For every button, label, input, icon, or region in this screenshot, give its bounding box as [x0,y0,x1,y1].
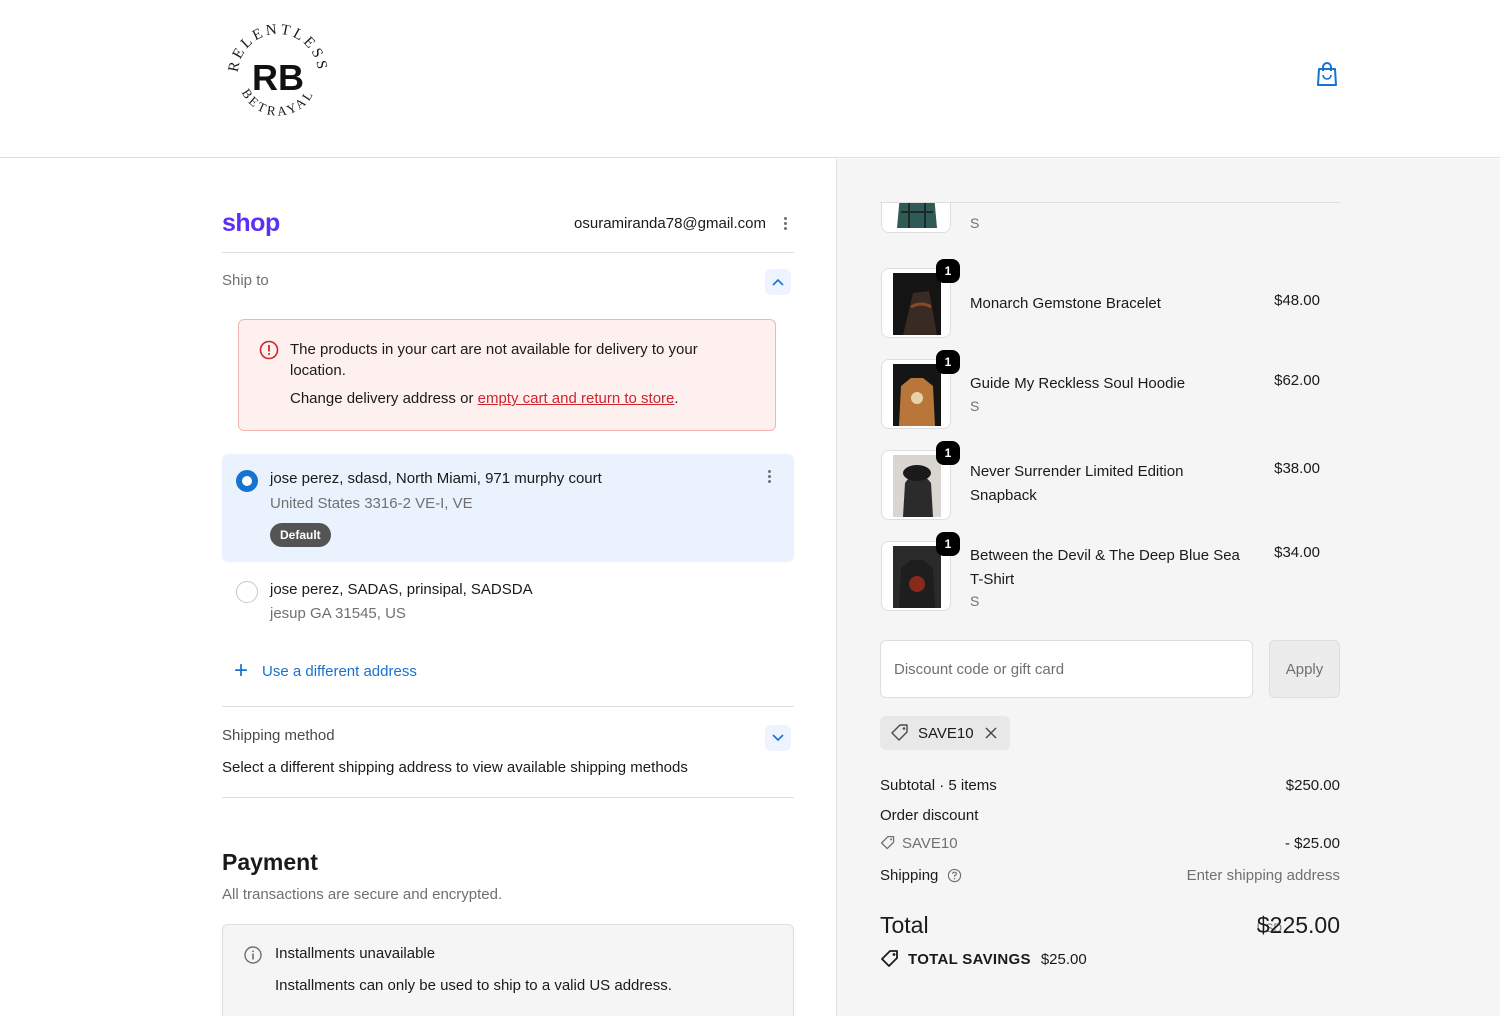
chevron-down-icon [772,734,784,742]
address-radio-selected[interactable] [236,470,258,492]
error-icon [259,340,279,360]
product-image [893,455,941,517]
payment-subtitle: All transactions are secure and encrypte… [222,886,503,903]
apply-discount-button[interactable]: Apply [1269,640,1340,698]
info-icon [244,946,262,964]
cart-item: 1 Monarch Gemstone Bracelet $48.00 [880,259,1320,350]
installments-message: Installments can only be used to ship to… [275,977,672,994]
product-thumbnail [881,203,951,233]
installments-notice: Installments unavailable Installments ca… [222,924,794,1016]
applied-discount-chip: SAVE10 [880,716,1010,750]
cart-item: S [880,203,1320,245]
discount-code-row: SAVE10 - $25.00 [880,835,1340,852]
quantity-badge: 1 [936,259,960,283]
chevron-up-icon [772,278,784,286]
savings-label: TOTAL SAVINGS [908,950,1031,968]
savings-value: $25.00 [1040,950,1087,968]
installments-title: Installments unavailable [275,945,436,962]
item-name: Between the Devil & The Deep Blue Sea T-… [970,547,1240,588]
savings-tag-icon [881,950,898,967]
help-icon[interactable] [947,868,962,883]
shipping-method-message: Select a different shipping address to v… [222,759,688,776]
item-variant: S [970,215,980,231]
subtotal-label: Subtotal · 5 items [880,777,997,794]
product-image [897,203,937,228]
discount-code-label: SAVE10 [902,835,958,852]
order-discount-label: Order discount [880,807,979,824]
address-line2: United States 3316-2 VE-I, VE [270,495,473,512]
applied-code-label: SAVE10 [918,724,974,742]
empty-cart-link[interactable]: empty cart and return to store [478,390,675,407]
ship-to-label: Ship to [222,272,269,289]
item-price: $34.00 [1274,544,1320,561]
delivery-error-banner: The products in your cart are not availa… [238,319,776,431]
use-different-address-label: Use a different address [262,662,417,680]
item-price: $48.00 [1274,292,1320,309]
discount-value: - $25.00 [1284,835,1340,852]
order-summary: S 1 Monarch Gemstone Bracelet $48.00 1 G… [837,159,1500,1016]
cart-item: 1 Never Surrender Limited Edition Snapba… [880,441,1320,532]
address-option-2[interactable]: jose perez, SADAS, prinsipal, SADSDA jes… [222,569,794,629]
tag-icon [891,724,908,741]
address-line2: jesup GA 31545, US [270,605,406,622]
plus-icon: + [234,657,249,684]
quantity-badge: 1 [936,441,960,465]
checkout-main: shop osuramiranda78@gmail.com Ship to Th… [0,159,836,1016]
remove-discount-icon[interactable] [984,726,998,740]
error-action-text: Change delivery address or empty cart an… [290,390,679,407]
shipping-label: Shipping [880,867,939,884]
address-radio[interactable] [236,581,258,603]
error-message: The products in your cart are not availa… [290,341,698,379]
address-menu-icon[interactable] [766,468,772,486]
cart-item: 1 Guide My Reckless Soul Hoodie S $62.00 [880,350,1320,441]
item-name: Never Surrender Limited Edition Snapback [970,463,1184,504]
address-line1: jose perez, SADAS, prinsipal, SADSDA [270,581,533,598]
item-variant: S [970,593,980,609]
subtotal-value: $250.00 [1285,777,1340,794]
total-savings: TOTAL SAVINGS $25.00 [880,949,1087,969]
product-image [893,546,941,608]
site-header: RELENTLESS RB BETRAYAL [0,0,1500,158]
discount-code-input[interactable] [880,640,1253,698]
order-discount-row: Order discount [880,807,1340,824]
item-price: $62.00 [1274,372,1320,389]
use-different-address-button[interactable]: + Use a different address [234,659,417,683]
shipping-method-label: Shipping method [222,727,335,744]
item-name: Monarch Gemstone Bracelet [970,295,1161,312]
product-image [893,273,941,335]
divider [222,797,794,798]
account-menu-icon[interactable] [782,215,788,233]
subtotal-row: Subtotal · 5 items $250.00 [880,777,1340,794]
shipping-method-expand-button[interactable] [765,725,791,751]
total-label: Total [880,912,929,938]
ship-to-collapse-button[interactable] [765,269,791,295]
item-price: $38.00 [1274,460,1320,477]
default-badge: Default [270,523,331,547]
quantity-badge: 1 [936,532,960,556]
logo-monogram: RB [252,57,304,98]
tag-icon [880,835,895,850]
divider [222,706,794,707]
item-name: Guide My Reckless Soul Hoodie [970,375,1186,392]
account-email: osuramiranda78@gmail.com [574,215,766,232]
shopping-bag-icon[interactable] [1314,60,1340,88]
total-value: $225.00 [1256,912,1340,938]
address-line1: jose perez, sdasd, North Miami, 971 murp… [270,470,602,487]
shipping-value: Enter shipping address [1186,867,1340,884]
payment-heading: Payment [222,849,318,875]
cart-item: 1 Between the Devil & The Deep Blue Sea … [880,532,1320,614]
quantity-badge: 1 [936,350,960,374]
cart-items-list[interactable]: S 1 Monarch Gemstone Bracelet $48.00 1 G… [880,202,1340,614]
address-option-default[interactable]: jose perez, sdasd, North Miami, 971 murp… [222,454,794,562]
brand-logo[interactable]: RELENTLESS RB BETRAYAL [222,18,334,130]
shipping-row: Shipping Enter shipping address [880,867,1340,884]
item-variant: S [970,398,980,414]
shop-pay-logo: shop [222,209,280,237]
product-image [893,364,941,426]
shop-account-row: shop osuramiranda78@gmail.com [222,209,794,253]
